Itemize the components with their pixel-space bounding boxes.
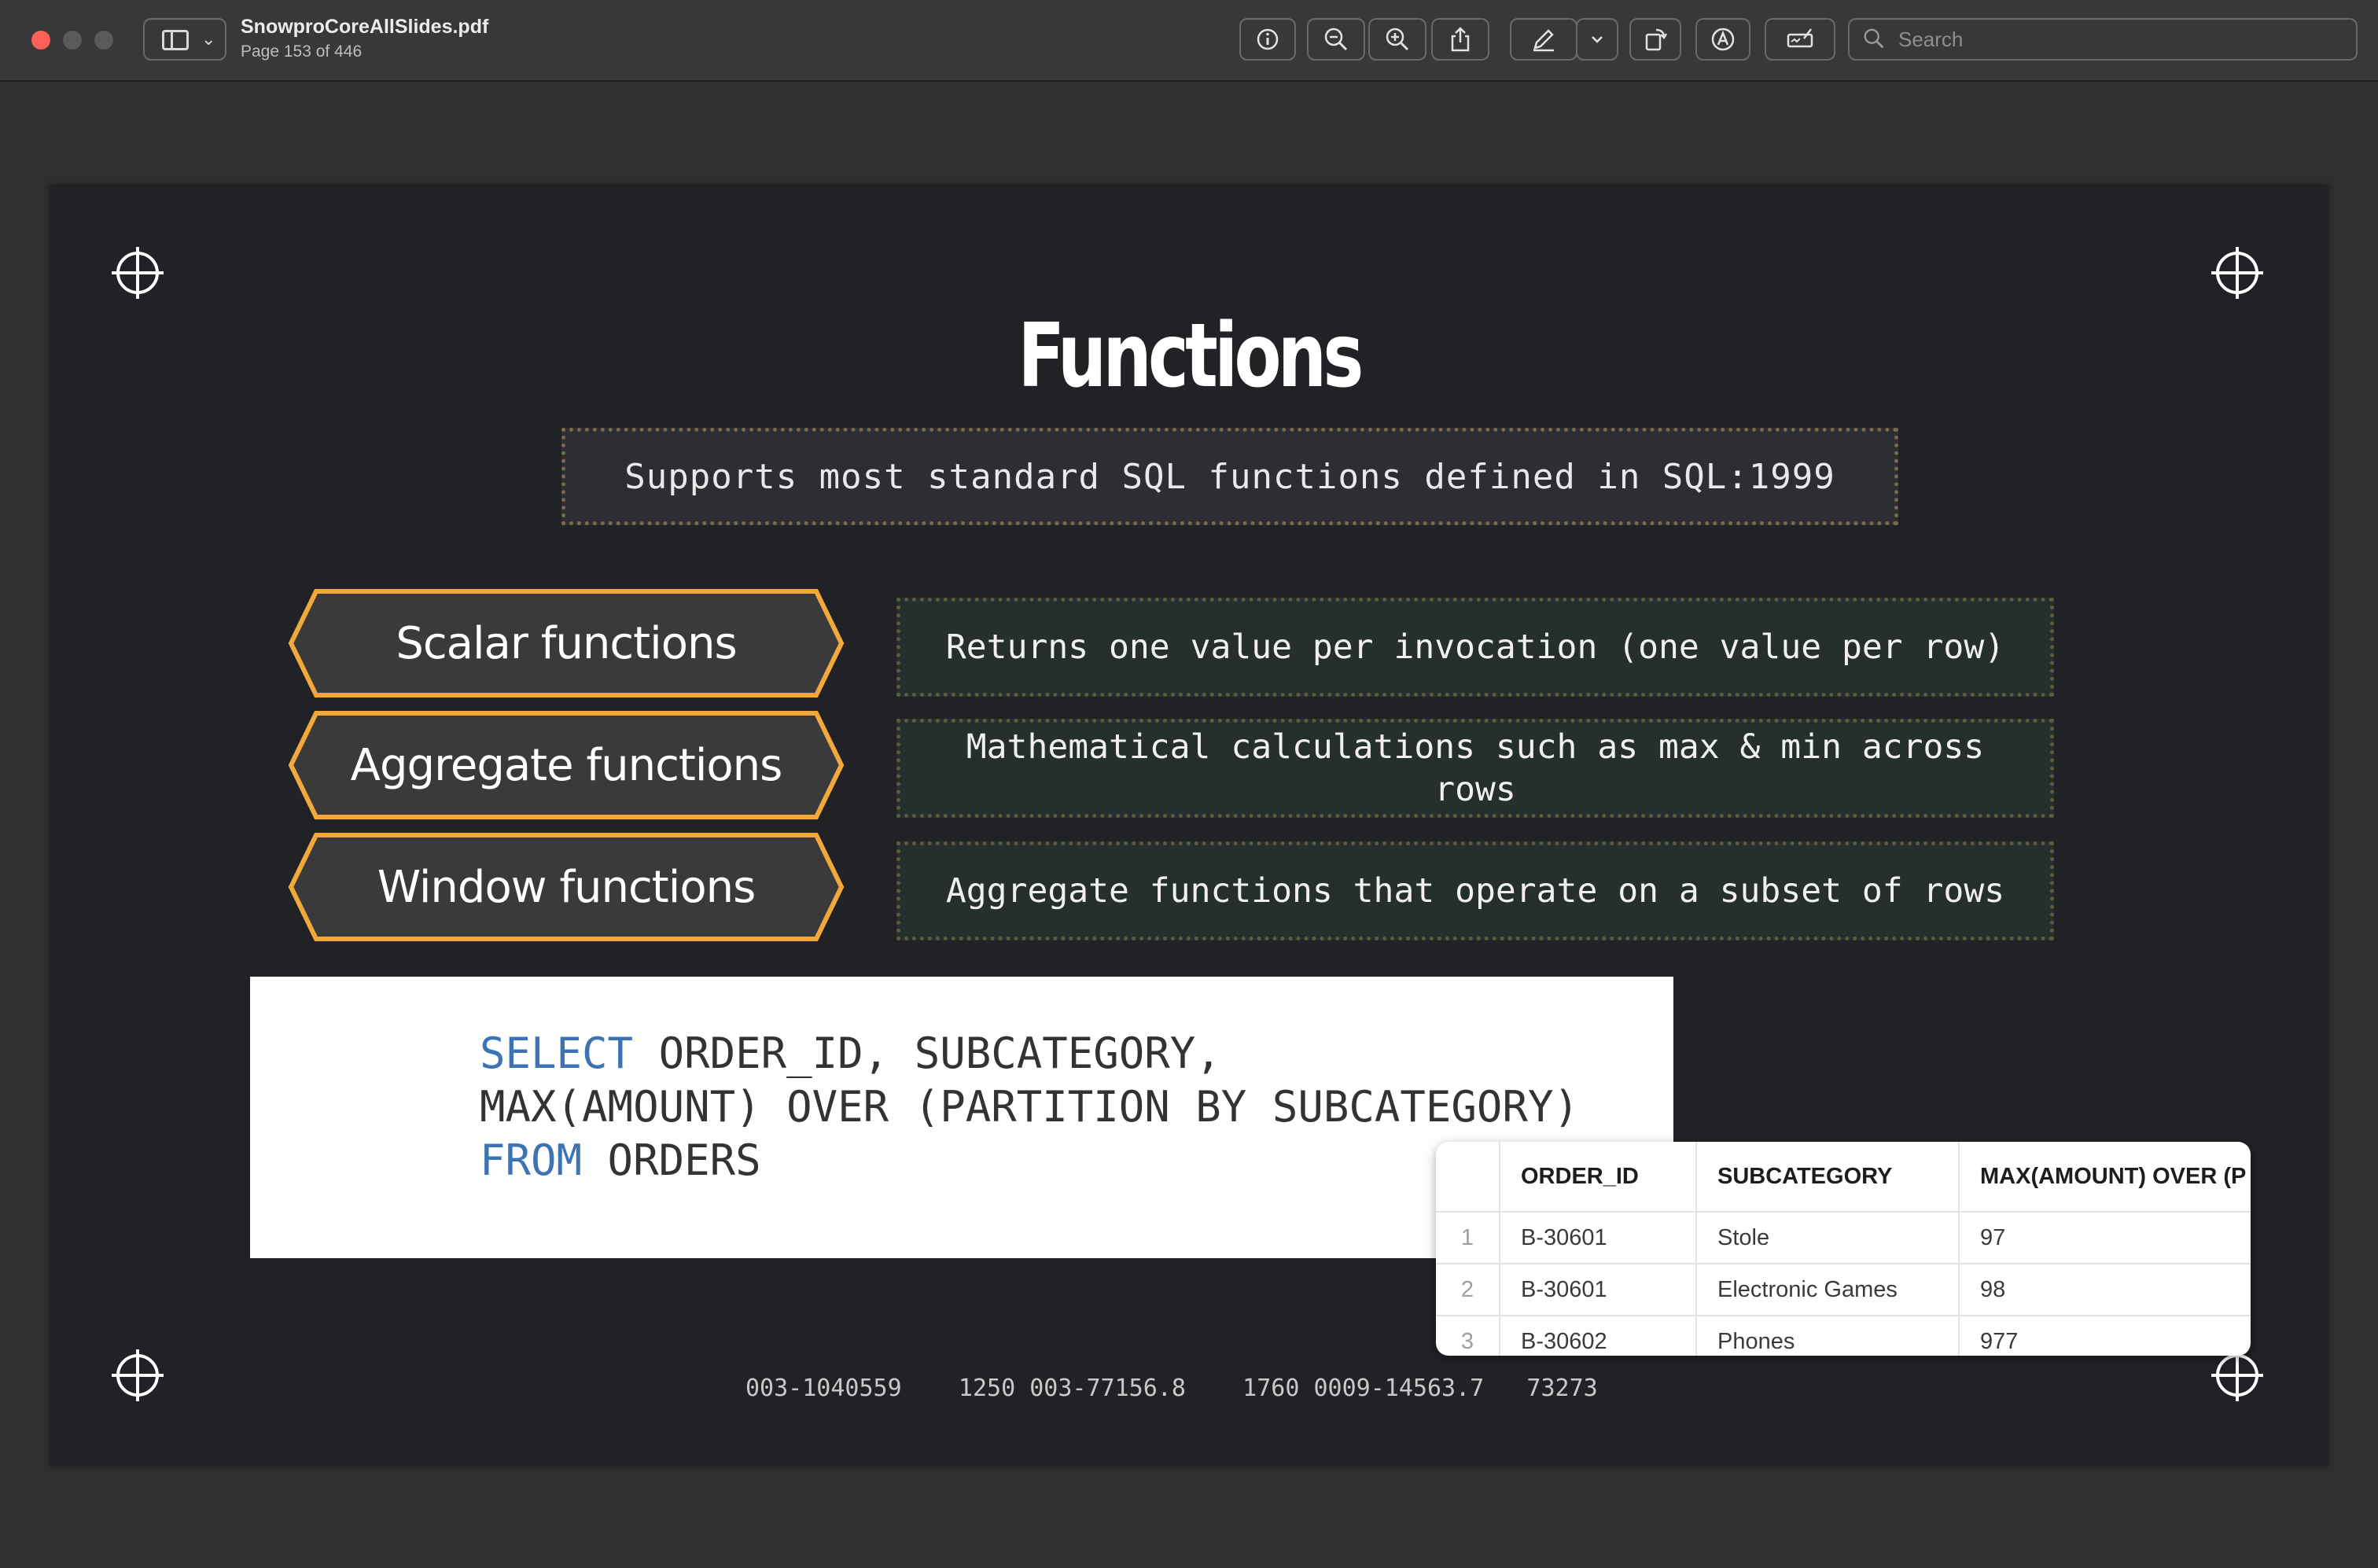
scalar-functions-label: Scalar functions xyxy=(288,588,845,698)
sidebar-icon xyxy=(162,30,189,50)
zoom-in-button[interactable] xyxy=(1368,18,1426,61)
code-text: ORDER_ID, SUBCATEGORY, xyxy=(633,1029,1221,1078)
column-header-order-id[interactable]: ORDER_ID xyxy=(1500,1142,1697,1213)
markup-pen-button[interactable] xyxy=(1510,18,1577,61)
sidebar-toggle-button[interactable]: ⌄ xyxy=(143,18,226,61)
markup-options-dropdown[interactable] xyxy=(1576,18,1618,61)
rotate-button[interactable] xyxy=(1629,18,1681,61)
cell-order-id[interactable]: B-30602 xyxy=(1500,1316,1697,1356)
code-text: ORDERS xyxy=(582,1136,761,1185)
crosshair-icon xyxy=(112,247,164,299)
document-title: SnowproCoreAllSlides.pdf xyxy=(241,16,489,38)
subtitle-box: Supports most standard SQL functions def… xyxy=(561,428,1898,525)
highlight-icon xyxy=(1711,28,1735,51)
maximize-window-button[interactable] xyxy=(94,31,113,50)
search-input[interactable] xyxy=(1897,26,2309,53)
page-indicator: Page 153 of 446 xyxy=(241,42,363,61)
markup-pen-icon xyxy=(1533,29,1554,52)
crosshair-icon xyxy=(112,1349,164,1401)
table-row[interactable]: 1 B-30601 Stole 97 xyxy=(1436,1212,2251,1264)
window-functions-text: Window functions xyxy=(377,861,756,913)
zoom-out-icon xyxy=(1324,28,1348,51)
chevron-down-icon xyxy=(1592,36,1603,43)
share-button[interactable] xyxy=(1431,18,1489,61)
info-icon xyxy=(1257,28,1279,50)
close-window-button[interactable] xyxy=(31,31,50,50)
crosshair-icon xyxy=(2211,247,2263,299)
minimize-window-button[interactable] xyxy=(63,31,82,50)
results-table-panel: ORDER_ID SUBCATEGORY MAX(AMOUNT) OVER (P… xyxy=(1436,1142,2251,1356)
sql-keyword: SELECT xyxy=(480,1029,634,1078)
search-icon xyxy=(1864,28,1884,49)
row-number: 3 xyxy=(1436,1316,1500,1356)
footer-numbers: 003-1040559 1250 003-77156.8 1760 0009-1… xyxy=(745,1375,1598,1402)
aggregate-functions-label: Aggregate functions xyxy=(288,710,845,820)
zoom-out-button[interactable] xyxy=(1307,18,1365,61)
table-row[interactable]: 2 B-30601 Electronic Games 98 xyxy=(1436,1264,2251,1316)
share-icon xyxy=(1451,27,1470,52)
chevron-down-icon: ⌄ xyxy=(201,29,216,49)
cell-subcategory[interactable]: Stole xyxy=(1696,1212,1960,1264)
slide-title: Functions xyxy=(1018,305,1364,407)
zoom-in-icon xyxy=(1386,28,1409,51)
cell-order-id[interactable]: B-30601 xyxy=(1500,1264,1697,1316)
table-header-row: ORDER_ID SUBCATEGORY MAX(AMOUNT) OVER (P xyxy=(1436,1142,2251,1213)
row-number: 2 xyxy=(1436,1264,1500,1316)
cell-max-amount[interactable]: 98 xyxy=(1959,1264,2251,1316)
scalar-functions-text: Scalar functions xyxy=(396,617,737,669)
search-field[interactable] xyxy=(1848,18,2358,61)
window-functions-label: Window functions xyxy=(288,832,845,942)
sign-button[interactable] xyxy=(1765,18,1835,61)
cell-max-amount[interactable]: 97 xyxy=(1959,1212,2251,1264)
cell-subcategory[interactable]: Phones xyxy=(1696,1316,1960,1356)
table-row[interactable]: 3 B-30602 Phones 977 xyxy=(1436,1316,2251,1356)
window-functions-description: Aggregate functions that operate on a su… xyxy=(896,841,2054,940)
sign-icon xyxy=(1787,28,1813,48)
code-line-1: SELECT ORDER_ID, SUBCATEGORY, xyxy=(480,1029,1221,1078)
info-button[interactable] xyxy=(1239,18,1296,61)
rotate-icon xyxy=(1645,28,1668,51)
cell-order-id[interactable]: B-30601 xyxy=(1500,1212,1697,1264)
code-line-2: MAX(AMOUNT) OVER (PARTITION BY SUBCATEGO… xyxy=(480,1082,1579,1132)
column-header-subcategory[interactable]: SUBCATEGORY xyxy=(1696,1142,1960,1213)
sql-keyword: FROM xyxy=(480,1136,583,1185)
highlight-button[interactable] xyxy=(1695,18,1750,61)
column-header-rownum xyxy=(1436,1142,1500,1213)
window-toolbar: ⌄ SnowproCoreAllSlides.pdf Page 153 of 4… xyxy=(0,0,2378,82)
row-number: 1 xyxy=(1436,1212,1500,1264)
subtitle-text: Supports most standard SQL functions def… xyxy=(624,456,1835,497)
scalar-functions-description: Returns one value per invocation (one va… xyxy=(896,598,2054,697)
aggregate-functions-text: Aggregate functions xyxy=(350,739,783,791)
aggregate-functions-description: Mathematical calculations such as max & … xyxy=(896,719,2054,818)
results-table: ORDER_ID SUBCATEGORY MAX(AMOUNT) OVER (P… xyxy=(1436,1142,2251,1356)
column-header-max-amount[interactable]: MAX(AMOUNT) OVER (P xyxy=(1959,1142,2251,1213)
code-line-3: FROM ORDERS xyxy=(480,1136,761,1185)
cell-max-amount[interactable]: 977 xyxy=(1959,1316,2251,1356)
crosshair-icon xyxy=(2211,1349,2263,1401)
cell-subcategory[interactable]: Electronic Games xyxy=(1696,1264,1960,1316)
